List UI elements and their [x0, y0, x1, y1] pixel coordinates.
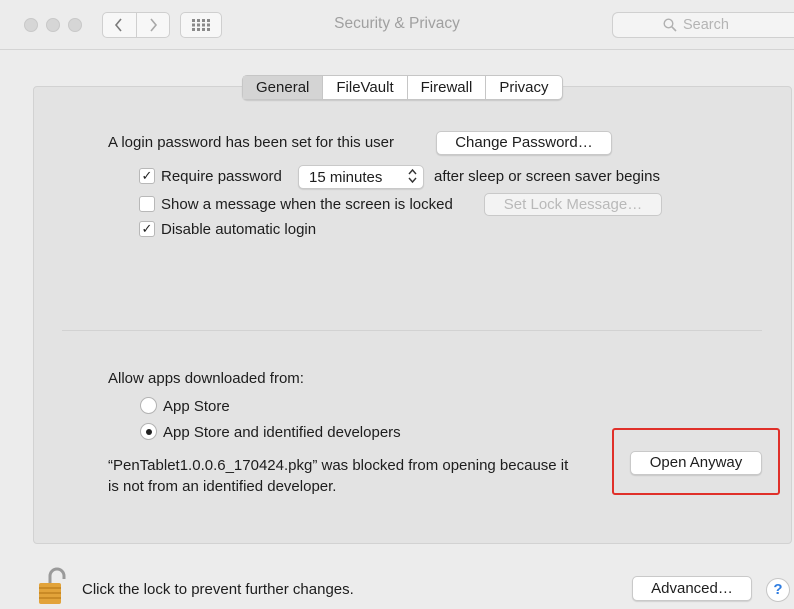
tab-firewall[interactable]: Firewall [406, 76, 486, 99]
login-password-label: A login password has been set for this u… [108, 134, 394, 151]
require-password-label: Require password [161, 168, 282, 185]
lock-icon[interactable] [36, 566, 68, 606]
tab-general[interactable]: General [243, 76, 323, 99]
radio-app-store[interactable] [140, 397, 157, 414]
title-bar: Security & Privacy Search [0, 0, 794, 50]
show-message-label: Show a message when the screen is locked [161, 196, 453, 213]
blocked-message-line2: is not from an identified developer. [108, 478, 337, 495]
search-icon [663, 18, 677, 32]
search-field[interactable]: Search [612, 12, 794, 38]
tab-filevault[interactable]: FileVault [322, 76, 406, 99]
require-password-delay-select[interactable]: 15 minutes [298, 165, 424, 189]
radio-app-store-identified[interactable] [140, 423, 157, 440]
updown-chevron-icon [408, 168, 417, 187]
highlight-annotation [612, 428, 780, 495]
disable-auto-login-label: Disable automatic login [161, 221, 317, 238]
tab-bar: General FileVault Firewall Privacy [242, 75, 563, 100]
select-value: 15 minutes [309, 169, 383, 186]
show-message-checkbox[interactable] [139, 196, 155, 212]
lock-status-text: Click the lock to prevent further change… [82, 581, 354, 598]
set-lock-message-button[interactable]: Set Lock Message… [484, 193, 662, 216]
allow-apps-heading: Allow apps downloaded from: [108, 370, 304, 387]
search-placeholder: Search [683, 17, 729, 33]
help-button[interactable]: ? [766, 578, 790, 602]
tab-privacy[interactable]: Privacy [485, 76, 561, 99]
radio-app-store-label: App Store [163, 398, 230, 415]
change-password-button[interactable]: Change Password… [436, 131, 612, 155]
disable-auto-login-checkbox[interactable]: ✓ [139, 221, 155, 237]
require-password-checkbox[interactable]: ✓ [139, 168, 155, 184]
section-divider [62, 330, 762, 331]
blocked-message-line1: “PenTablet1.0.0.6_170424.pkg” was blocke… [108, 457, 569, 474]
radio-app-store-identified-label: App Store and identified developers [163, 424, 401, 441]
advanced-button[interactable]: Advanced… [632, 576, 752, 601]
after-sleep-label: after sleep or screen saver begins [434, 168, 660, 185]
